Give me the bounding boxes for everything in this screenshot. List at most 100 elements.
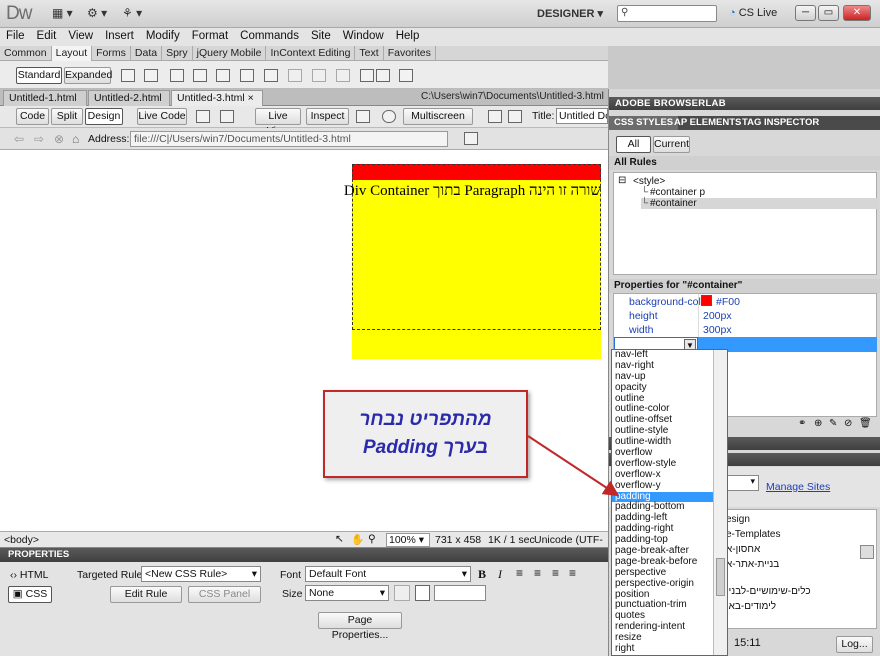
file-item[interactable]: esign <box>726 514 750 525</box>
minimize-button[interactable]: ─ <box>795 5 816 21</box>
tree-toggle-icon[interactable]: ⊟ <box>618 175 626 186</box>
collapsible-icon[interactable] <box>376 69 390 82</box>
table-icon[interactable] <box>193 69 207 82</box>
maximize-button[interactable]: ▭ <box>818 5 839 21</box>
css-panel-button[interactable]: CSS Panel <box>188 586 261 603</box>
menu-format[interactable]: Format <box>186 28 234 42</box>
edit-rule-icon[interactable]: ✎ <box>829 418 837 429</box>
refresh-icon[interactable] <box>488 110 502 123</box>
option-perspective-origin[interactable]: perspective-origin <box>612 578 727 590</box>
file-item[interactable]: e-Templates <box>726 529 780 540</box>
manage-sites-link[interactable]: Manage Sites <box>766 481 830 493</box>
page-icon[interactable] <box>464 132 478 145</box>
tab-spry[interactable]: Spry <box>162 46 193 61</box>
stop-icon[interactable]: ⊗ <box>54 132 64 146</box>
workspace-switcher[interactable]: DESIGNER ▾ <box>537 7 603 20</box>
ap-div-icon[interactable] <box>144 69 158 82</box>
prop-value[interactable]: 200px <box>703 310 732 322</box>
tab-tag-inspector[interactable]: TAG INSPECTOR <box>737 116 824 130</box>
menu-insert[interactable]: Insert <box>99 28 140 42</box>
option-opacity[interactable]: opacity <box>612 382 727 394</box>
tab-incontext-editing[interactable]: InContext Editing <box>266 46 356 61</box>
live-code-button[interactable]: Live Code <box>137 108 187 125</box>
live-view-button[interactable]: Live View <box>255 108 301 137</box>
tab-jquery-mobile[interactable]: jQuery Mobile <box>193 46 267 61</box>
file-item[interactable]: לימודים-באי <box>726 601 776 612</box>
current-mode-button[interactable]: Current <box>653 136 690 153</box>
frameset-icon[interactable] <box>399 69 413 82</box>
insert-column-icon[interactable] <box>240 69 254 82</box>
new-rule-icon[interactable]: ⊕ <box>814 418 822 429</box>
pointer-icon[interactable]: ↖ <box>335 533 344 545</box>
design-view-button[interactable]: Design <box>85 108 123 125</box>
size-unit-select[interactable] <box>394 585 410 601</box>
tab-layout[interactable]: Layout <box>51 46 93 61</box>
hand-icon[interactable]: ✋ <box>351 533 364 546</box>
tab-text[interactable]: Text <box>355 46 384 61</box>
rule-container-p[interactable]: #container p <box>650 187 705 198</box>
tab-ap-elements[interactable]: AP ELEMENTS <box>669 116 746 130</box>
spry-tabs-icon[interactable] <box>336 69 350 82</box>
back-icon[interactable]: ⇦ <box>14 132 24 146</box>
menu-help[interactable]: Help <box>390 28 426 42</box>
cs-live-button[interactable]: ◔ CS Live <box>729 7 777 19</box>
menu-site[interactable]: Site <box>305 28 337 42</box>
site-icon[interactable]: ⚘ ▾ <box>122 6 142 22</box>
size-select[interactable]: None ▾ <box>305 585 389 601</box>
tab-favorites[interactable]: Favorites <box>384 46 436 61</box>
tab-css-styles[interactable]: CSS STYLES <box>609 116 679 130</box>
file-item[interactable]: כלים-שימושיים-לבניי <box>726 586 811 597</box>
tab-untitled-1[interactable]: Untitled-1.html × <box>3 90 87 116</box>
prop-name[interactable]: width <box>629 324 654 336</box>
spry-menu-icon[interactable] <box>312 69 326 82</box>
standard-button[interactable]: Standard <box>16 67 62 84</box>
tab-data[interactable]: Data <box>131 46 163 61</box>
validate-icon[interactable] <box>220 110 234 123</box>
container-div[interactable]: שורה זו הינה Paragraph בתוך Div Containe… <box>344 164 601 359</box>
page-properties-button[interactable]: Page Properties... <box>318 612 402 641</box>
prop-value[interactable]: #F00 <box>716 296 740 308</box>
fluid-grid-icon[interactable] <box>170 69 184 82</box>
tab-forms[interactable]: Forms <box>92 46 131 61</box>
search-input[interactable]: ⚲ <box>617 5 717 22</box>
menu-modify[interactable]: Modify <box>140 28 186 42</box>
menu-window[interactable]: Window <box>337 28 390 42</box>
font-select[interactable]: Default Font ▾ <box>305 566 471 582</box>
color-input[interactable] <box>434 585 486 601</box>
frames-icon[interactable] <box>264 69 278 82</box>
log-button[interactable]: Log... <box>836 636 873 653</box>
visual-aids-icon[interactable] <box>508 110 522 123</box>
scrollbar-thumb[interactable] <box>860 545 874 559</box>
prop-value[interactable]: 300px <box>703 324 732 336</box>
preview-browser-icon[interactable] <box>382 110 396 123</box>
italic-icon[interactable]: I <box>498 567 502 582</box>
file-management-icon[interactable] <box>356 110 370 123</box>
edit-rule-button[interactable]: Edit Rule <box>110 586 182 603</box>
file-item[interactable]: בניית-אתר-א <box>726 559 779 570</box>
expanded-button[interactable]: Expanded <box>64 67 112 84</box>
html-mode-button[interactable]: ‹› HTML <box>10 569 49 581</box>
justify-icon[interactable]: ≡ <box>569 566 576 580</box>
dropdown-scrollbar[interactable] <box>713 350 727 655</box>
paragraph-text[interactable]: שורה זו הינה Paragraph בתוך Div Containe… <box>342 181 601 201</box>
targeted-rule-select[interactable]: <New CSS Rule> ▾ <box>141 566 261 582</box>
code-view-button[interactable]: Code <box>16 108 49 125</box>
align-right-icon[interactable]: ≡ <box>552 566 559 580</box>
tab-untitled-3[interactable]: Untitled-3.html × <box>171 90 263 106</box>
close-icon[interactable]: × <box>248 92 254 104</box>
css-mode-button[interactable]: ▣ CSS <box>8 586 52 603</box>
menu-file[interactable]: File <box>0 28 31 42</box>
tab-common[interactable]: Common <box>0 46 52 61</box>
menu-edit[interactable]: Edit <box>31 28 63 42</box>
browserlab-panel-header[interactable]: ADOBE BROWSERLAB <box>609 97 880 110</box>
align-center-icon[interactable]: ≡ <box>534 566 541 580</box>
home-icon[interactable]: ⌂ <box>72 132 79 146</box>
menu-view[interactable]: View <box>62 28 99 42</box>
title-input[interactable]: Untitled Docu <box>556 108 608 124</box>
color-picker[interactable] <box>415 585 430 601</box>
all-mode-button[interactable]: All <box>616 136 651 153</box>
insert-row-icon[interactable] <box>216 69 230 82</box>
tag-selector[interactable]: <body> <box>4 534 39 546</box>
attach-stylesheet-icon[interactable]: ⚭ <box>798 418 806 429</box>
zoom-select[interactable]: 100% ▾ <box>386 533 430 547</box>
